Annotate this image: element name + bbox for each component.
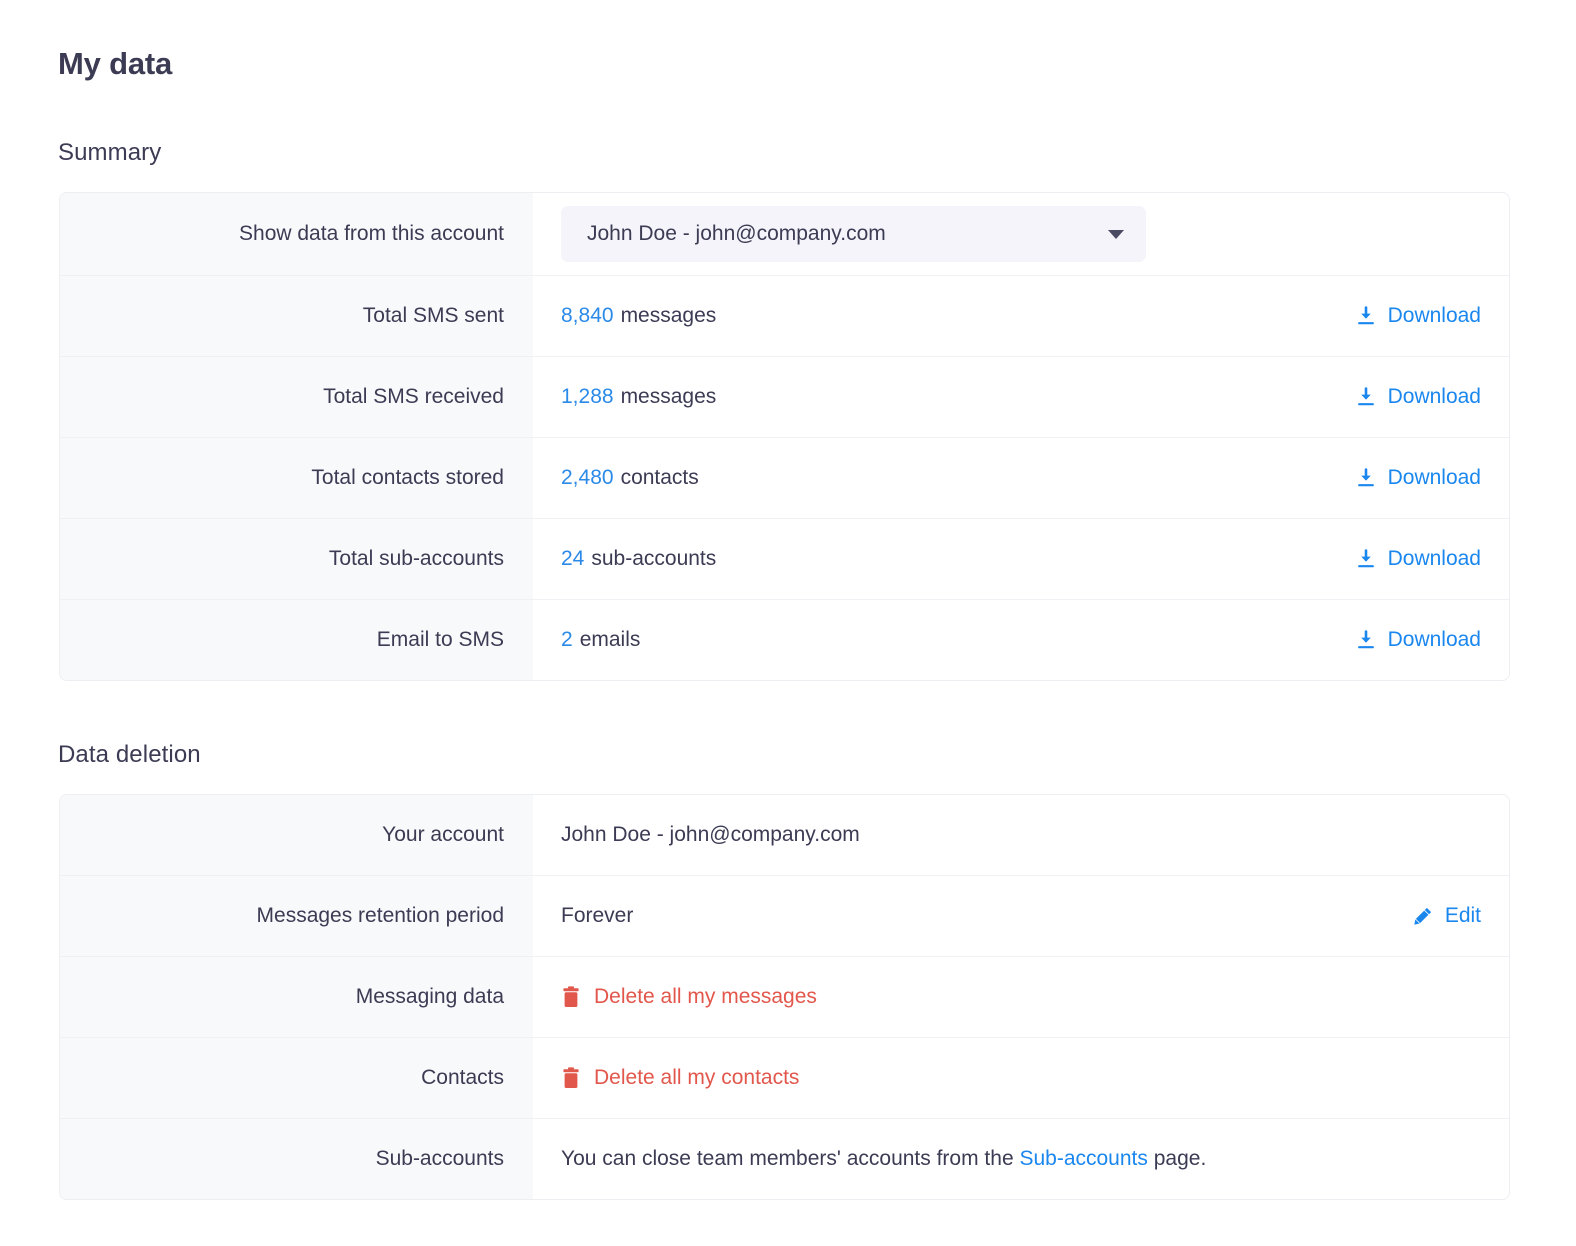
row-label-total-contacts-stored: Total contacts stored (60, 438, 533, 518)
edit-label: Edit (1444, 904, 1481, 927)
retention-period-value: Forever (561, 904, 634, 927)
row-value-sub-accounts: You can close team members' accounts fro… (533, 1119, 1509, 1199)
download-button-email-to-sms[interactable]: Download (1355, 628, 1481, 652)
value-unit: contacts (620, 466, 699, 489)
delete-all-contacts-label: Delete all my contacts (594, 1066, 800, 1089)
pencil-icon (1412, 905, 1434, 927)
value-number: 1,288 (561, 385, 614, 408)
value-total-sub-accounts: 24 sub-accounts (561, 547, 716, 571)
value-number: 2,480 (561, 466, 614, 489)
edit-button-retention-period[interactable]: Edit (1412, 904, 1481, 928)
row-label-your-account: Your account (60, 795, 533, 875)
delete-all-messages-label: Delete all my messages (594, 985, 817, 1008)
summary-card: Show data from this account John Doe - j… (59, 192, 1510, 681)
row-label-contacts: Contacts (60, 1038, 533, 1118)
table-row: Total contacts stored 2,480 contacts Dow… (60, 438, 1509, 519)
value-number: 2 (561, 628, 573, 651)
sub-accounts-link[interactable]: Sub-accounts (1019, 1147, 1147, 1170)
row-value-total-sms-received: 1,288 messages Download (533, 357, 1509, 437)
page-title: My data (58, 46, 173, 81)
row-value-messaging-data: Delete all my messages (533, 957, 1509, 1037)
delete-all-contacts-button[interactable]: Delete all my contacts (561, 1066, 799, 1090)
row-label-email-to-sms: Email to SMS (60, 600, 533, 680)
data-deletion-section-heading: Data deletion (58, 741, 201, 768)
trash-icon (561, 1067, 581, 1089)
row-value-retention-period: Forever Edit (533, 876, 1509, 956)
download-button-total-contacts-stored[interactable]: Download (1355, 466, 1481, 490)
row-value-total-sms-sent: 8,840 messages Download (533, 276, 1509, 356)
download-label: Download (1387, 547, 1481, 570)
download-icon (1355, 467, 1377, 489)
download-label: Download (1387, 385, 1481, 408)
row-label-retention-period: Messages retention period (60, 876, 533, 956)
row-value-total-sub-accounts: 24 sub-accounts Download (533, 519, 1509, 599)
table-row: Total sub-accounts 24 sub-accounts Downl… (60, 519, 1509, 600)
row-value-total-contacts-stored: 2,480 contacts Download (533, 438, 1509, 518)
table-row: Sub-accounts You can close team members'… (60, 1119, 1509, 1199)
download-button-total-sub-accounts[interactable]: Download (1355, 547, 1481, 571)
value-unit: sub-accounts (591, 547, 717, 570)
delete-all-messages-button[interactable]: Delete all my messages (561, 985, 817, 1009)
download-icon (1355, 629, 1377, 651)
value-email-to-sms: 2 emails (561, 628, 640, 652)
table-row: Your account John Doe - john@company.com (60, 795, 1509, 876)
chevron-down-icon (1108, 229, 1124, 239)
download-icon (1355, 305, 1377, 327)
value-unit: messages (620, 304, 717, 327)
row-label-sub-accounts: Sub-accounts (60, 1119, 533, 1199)
trash-icon (561, 986, 581, 1008)
row-label-total-sms-received: Total SMS received (60, 357, 533, 437)
row-value-contacts: Delete all my contacts (533, 1038, 1509, 1118)
row-value-account-select: John Doe - john@company.com (533, 193, 1509, 275)
table-row: Messages retention period Forever Edit (60, 876, 1509, 957)
your-account-value: John Doe - john@company.com (561, 823, 860, 846)
row-label-messaging-data: Messaging data (60, 957, 533, 1037)
download-button-total-sms-received[interactable]: Download (1355, 385, 1481, 409)
my-data-page: My data Summary Show data from this acco… (0, 0, 1576, 1246)
value-unit: emails (579, 628, 641, 651)
sub-accounts-text-after: page. (1153, 1147, 1207, 1170)
value-total-contacts-stored: 2,480 contacts (561, 466, 699, 490)
value-total-sms-received: 1,288 messages (561, 385, 716, 409)
row-label-total-sub-accounts: Total sub-accounts (60, 519, 533, 599)
value-number: 24 (561, 547, 585, 570)
download-label: Download (1387, 466, 1481, 489)
download-label: Download (1387, 304, 1481, 327)
account-select-dropdown[interactable]: John Doe - john@company.com (561, 206, 1146, 262)
row-value-email-to-sms: 2 emails Download (533, 600, 1509, 680)
download-icon (1355, 548, 1377, 570)
table-row: Total SMS received 1,288 messages Downlo… (60, 357, 1509, 438)
sub-accounts-text-before: You can close team members' accounts fro… (561, 1147, 1014, 1170)
row-label-total-sms-sent: Total SMS sent (60, 276, 533, 356)
table-row: Messaging data Delete all my messages (60, 957, 1509, 1038)
table-row: Contacts Delete all my contacts (60, 1038, 1509, 1119)
row-label-show-data-account: Show data from this account (60, 193, 533, 275)
table-row: Email to SMS 2 emails Download (60, 600, 1509, 680)
table-row: Total SMS sent 8,840 messages Download (60, 276, 1509, 357)
data-deletion-card: Your account John Doe - john@company.com… (59, 794, 1510, 1200)
download-button-total-sms-sent[interactable]: Download (1355, 304, 1481, 328)
account-select-value: John Doe - john@company.com (587, 222, 886, 245)
value-unit: messages (620, 385, 717, 408)
sub-accounts-description: You can close team members' accounts fro… (561, 1147, 1206, 1171)
value-total-sms-sent: 8,840 messages (561, 304, 716, 328)
row-value-your-account: John Doe - john@company.com (533, 795, 1509, 875)
download-label: Download (1387, 628, 1481, 651)
download-icon (1355, 386, 1377, 408)
value-number: 8,840 (561, 304, 614, 327)
table-row: Show data from this account John Doe - j… (60, 193, 1509, 276)
summary-section-heading: Summary (58, 139, 162, 166)
